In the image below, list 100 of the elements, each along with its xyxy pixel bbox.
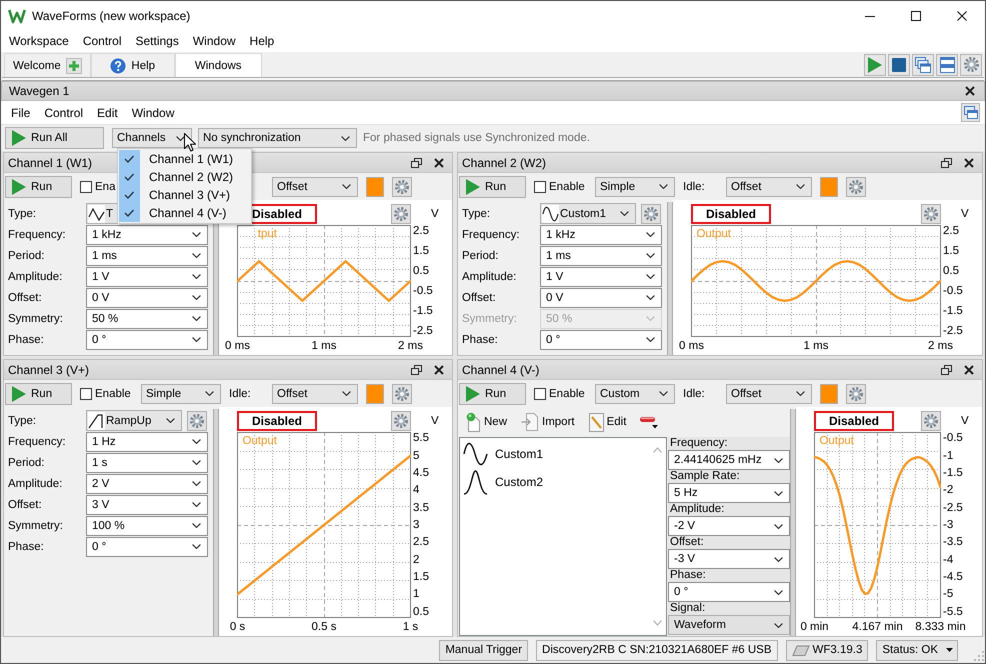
settings-button[interactable] [391,410,411,430]
menu-item[interactable]: Control [37,102,90,122]
splitter-handle[interactable] [213,409,219,636]
import-button[interactable]: Import [521,412,575,432]
tab[interactable]: Windows [174,53,262,77]
maximize-icon[interactable] [911,10,921,20]
menu-item[interactable]: Channel 3 (V+) [119,186,250,204]
value-field[interactable]: 2 V [86,474,208,494]
sync-dropdown[interactable]: No synchronization [198,128,357,148]
tab[interactable]: Help [90,53,175,77]
scroll-up-icon[interactable] [653,447,662,453]
menu-item[interactable]: Control [76,31,128,51]
idle-dropdown[interactable]: Offset [272,384,358,404]
close-icon[interactable] [964,158,974,168]
checkbox-label[interactable]: Enable [549,388,585,400]
restore-icon[interactable] [411,364,422,374]
menu-item[interactable]: Channel 1 (W1) [119,150,250,168]
restore-icon[interactable] [411,158,422,168]
settings-button[interactable] [921,410,941,430]
list-item[interactable]: Custom1 [460,440,649,468]
run-button[interactable]: Run [5,176,72,198]
settings-button[interactable] [392,384,412,404]
settings-button[interactable] [846,176,866,196]
bar-menu-button[interactable] [640,415,660,429]
type-dropdown[interactable]: RampUp [86,410,182,431]
menu-item[interactable]: Channel 2 (W2) [119,168,250,186]
settings-button[interactable] [960,54,982,76]
window-button[interactable] [961,103,980,122]
checkbox[interactable] [534,180,546,192]
new-button[interactable]: New [465,412,508,432]
value-field[interactable]: 0 V [86,288,208,308]
settings-button[interactable] [921,204,941,224]
close-icon[interactable] [957,10,967,20]
signal-dropdown[interactable]: Waveform [668,615,790,635]
value-field[interactable]: 1 V [86,266,208,286]
settings-button[interactable] [391,204,411,224]
color-swatch[interactable] [366,176,384,196]
channels-dropdown[interactable]: Channels [112,128,192,148]
close-icon[interactable] [434,364,444,374]
settings-button[interactable] [846,384,866,404]
color-swatch[interactable] [820,384,838,404]
menu-item[interactable]: Window [124,102,182,122]
checkbox[interactable] [80,388,92,400]
value-field[interactable]: 0 ° [668,582,790,602]
checkbox-label[interactable]: Enable [95,388,131,400]
menu-item[interactable]: Window [186,31,243,51]
cascade-button[interactable] [912,54,934,76]
restore-icon[interactable] [941,158,952,168]
splitter-handle[interactable] [790,409,796,636]
splitter-handle[interactable] [667,202,673,355]
value-field[interactable]: -2 V [668,516,790,536]
mode-dropdown[interactable]: Simple [141,384,221,404]
color-swatch[interactable] [820,176,838,196]
value-field[interactable]: -3 V [668,549,790,569]
mode-dropdown[interactable]: Simple [595,176,675,196]
tile-button[interactable] [936,54,958,76]
checkbox[interactable] [80,180,92,192]
tab[interactable]: Welcome [4,53,91,77]
run-all-button[interactable]: Run All [5,127,104,149]
version-button[interactable]: WF3.19.3 [786,640,868,660]
restore-icon[interactable] [941,364,952,374]
value-field[interactable]: 1 s [86,452,208,472]
value-field[interactable]: 1 Hz [86,432,208,452]
value-field[interactable]: 2.44140625 mHz [668,450,790,470]
value-field[interactable]: 0 V [540,288,662,308]
run-button[interactable]: Run [459,382,526,404]
idle-dropdown[interactable]: Offset [272,176,358,196]
checkbox-label[interactable]: Enable [549,180,585,192]
value-field[interactable]: 1 kHz [540,224,662,244]
mode-dropdown[interactable]: Custom [595,384,675,404]
manual-trigger-button[interactable]: Manual Trigger [439,640,528,660]
menu-item[interactable]: Help [242,31,282,51]
settings-button[interactable] [392,176,412,196]
value-field[interactable]: 1 ms [86,246,208,266]
idle-dropdown[interactable]: Offset [726,384,812,404]
value-field[interactable]: 1 kHz [86,224,208,244]
checkbox[interactable] [534,388,546,400]
menu-item[interactable]: File [4,102,38,122]
close-icon[interactable] [964,364,974,374]
settings-button[interactable] [641,204,661,224]
value-field[interactable]: 0 ° [540,330,662,350]
menu-item[interactable]: Workspace [2,31,76,51]
value-field[interactable]: 5 Hz [668,483,790,503]
list-item[interactable]: Custom2 [460,468,649,496]
run-button[interactable]: Run [5,382,72,404]
value-field[interactable]: 0 ° [86,330,208,350]
close-icon[interactable] [965,86,975,96]
settings-button[interactable] [187,410,207,430]
menu-item[interactable]: Edit [90,102,125,122]
checkbox-label[interactable]: Ena [95,180,116,192]
value-field[interactable]: 1 V [540,266,662,286]
color-swatch[interactable] [366,384,384,404]
stop-button[interactable] [888,54,910,76]
idle-dropdown[interactable]: Offset [726,176,812,196]
close-icon[interactable] [434,158,444,168]
value-field[interactable]: 0 ° [86,536,208,556]
run-button[interactable]: Run [459,176,526,198]
value-field[interactable]: 3 V [86,494,208,514]
menu-item[interactable]: Settings [128,31,186,51]
value-field[interactable]: 1 ms [540,246,662,266]
